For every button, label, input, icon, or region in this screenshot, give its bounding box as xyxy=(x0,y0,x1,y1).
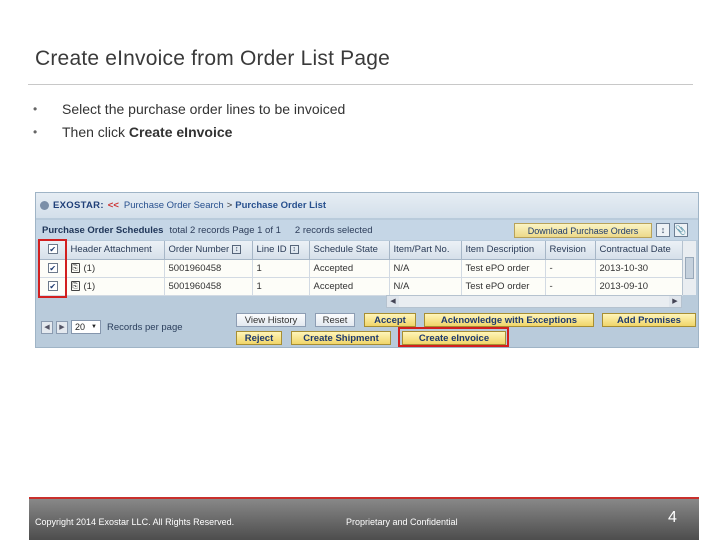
table-row[interactable]: ✔ ⎘ (1) 5001960458 1 Accepted N/A Test eP… xyxy=(40,277,683,296)
back-arrow-icon[interactable]: << xyxy=(108,200,119,211)
column-header-label: Order Number xyxy=(168,244,230,256)
create-shipment-button[interactable]: Create Shipment xyxy=(291,331,391,345)
breadcrumb: EXOSTAR: << Purchase Order Search > Purc… xyxy=(36,193,698,218)
column-header[interactable]: Revision xyxy=(545,241,596,260)
scroll-left-icon[interactable]: ◀ xyxy=(387,296,399,307)
horizontal-scrollbar[interactable]: ◀ ▶ xyxy=(386,295,682,308)
bullet-text-prefix: Then click xyxy=(62,123,129,140)
checkbox-highlight-box xyxy=(38,239,67,298)
line-id-cell: 1 xyxy=(252,277,310,296)
attachment-cell[interactable]: ⎘ (1) xyxy=(66,259,165,278)
item-part-cell: N/A xyxy=(389,259,462,278)
table-row[interactable]: ✔ ⎘ (1) 5001960458 1 Accepted N/A Test eP… xyxy=(40,259,683,278)
breadcrumb-current: Purchase Order List xyxy=(235,200,327,211)
attachment-icon[interactable]: ⎘ xyxy=(70,280,80,291)
column-header[interactable]: Header Attachment xyxy=(66,241,165,260)
records-per-page-label: Records per page xyxy=(107,321,183,333)
page-size-value: 20 xyxy=(75,322,86,332)
title-divider xyxy=(28,84,693,85)
bullet-text: Then click Create eInvoice xyxy=(62,124,232,140)
order-number-cell[interactable]: 5001960458 xyxy=(164,259,253,278)
column-header-label: Line ID xyxy=(256,244,287,256)
page-size-select[interactable]: 20 ▼ xyxy=(71,320,101,334)
scroll-right-icon[interactable]: ▶ xyxy=(669,296,681,307)
reset-button[interactable]: Reset xyxy=(315,313,355,327)
sort-icon[interactable]: ↕ xyxy=(289,245,299,255)
attachment-count: (1) xyxy=(83,280,96,292)
bullet-text: Select the purchase order lines to be in… xyxy=(62,100,346,117)
column-header[interactable]: Order Number ↕ xyxy=(164,241,253,260)
view-history-button[interactable]: View History xyxy=(236,313,306,327)
add-promises-button[interactable]: Add Promises xyxy=(602,313,696,327)
accept-button[interactable]: Accept xyxy=(364,313,416,327)
bullet-dot-icon: • xyxy=(33,124,38,139)
records-selected: 2 records selected xyxy=(294,224,373,236)
chevron-down-icon: ▼ xyxy=(91,324,97,330)
slide-title: Create eInvoice from Order List Page xyxy=(35,47,391,70)
column-header[interactable]: Line ID ↕ xyxy=(252,241,310,260)
revision-cell: - xyxy=(545,259,596,278)
confidential-text: Proprietary and Confidential xyxy=(346,517,458,527)
table-header-row: ✔ Header Attachment Order Number ↕ Line I… xyxy=(40,241,683,260)
sort-icon[interactable]: ↕ xyxy=(232,245,242,255)
bullet-list: • Select the purchase order lines to be … xyxy=(33,97,345,143)
schedules-heading: Purchase Order Schedules xyxy=(42,224,164,236)
column-header[interactable]: Schedule State xyxy=(309,241,390,260)
prev-page-icon[interactable]: ◀ xyxy=(41,320,53,334)
column-header[interactable]: Item/Part No. xyxy=(389,241,462,260)
pager: ◀ ▶ 20 ▼ Records per page xyxy=(41,320,183,334)
vertical-scrollbar[interactable] xyxy=(682,241,696,295)
orders-table: ✔ Header Attachment Order Number ↕ Line I… xyxy=(40,241,683,296)
print-icon[interactable]: 📎 xyxy=(674,223,688,237)
bullet-item: • Select the purchase order lines to be … xyxy=(33,97,345,120)
next-page-icon[interactable]: ▶ xyxy=(56,320,68,334)
reject-button[interactable]: Reject xyxy=(236,331,282,345)
attachment-cell[interactable]: ⎘ (1) xyxy=(66,277,165,296)
order-number-cell[interactable]: 5001960458 xyxy=(164,277,253,296)
download-orders-button[interactable]: Download Purchase Orders xyxy=(514,223,652,238)
breadcrumb-separator: > xyxy=(226,200,233,211)
schedule-state-cell: Accepted xyxy=(309,259,390,278)
bullet-text-bold: Create eInvoice xyxy=(128,123,233,140)
records-info: total 2 records Page 1 of 1 xyxy=(169,224,281,236)
attachment-icon[interactable]: ⎘ xyxy=(70,262,80,273)
brand-name: EXOSTAR: xyxy=(53,200,104,211)
item-description-cell: Test ePO order xyxy=(461,259,546,278)
revision-cell: - xyxy=(545,277,596,296)
page-number: 4 xyxy=(668,509,677,526)
schedule-state-cell: Accepted xyxy=(309,277,390,296)
acknowledge-exceptions-button[interactable]: Acknowledge with Exceptions xyxy=(424,313,594,327)
item-description-cell: Test ePO order xyxy=(461,277,546,296)
breadcrumb-link-search[interactable]: Purchase Order Search xyxy=(124,200,224,211)
footer: Copyright 2014 Exostar LLC. All Rights R… xyxy=(29,499,699,540)
export-icon[interactable]: ↕ xyxy=(656,223,670,237)
column-header[interactable]: Item Description xyxy=(461,241,546,260)
line-id-cell: 1 xyxy=(252,259,310,278)
app-screenshot: EXOSTAR: << Purchase Order Search > Purc… xyxy=(35,192,699,348)
bullet-dot-icon: • xyxy=(33,101,38,116)
contractual-date-cell: 2013-09-10 xyxy=(595,277,683,296)
contractual-date-cell: 2013-10-30 xyxy=(595,259,683,278)
item-part-cell: N/A xyxy=(389,277,462,296)
create-einvoice-highlight-box xyxy=(398,327,509,347)
bullet-item: • Then click Create eInvoice xyxy=(33,120,345,143)
attachment-count: (1) xyxy=(83,262,96,274)
column-header[interactable]: Contractual Date xyxy=(595,241,683,260)
scroll-thumb[interactable] xyxy=(685,257,694,279)
exostar-logo-icon xyxy=(40,201,49,210)
copyright-text: Copyright 2014 Exostar LLC. All Rights R… xyxy=(35,517,235,527)
